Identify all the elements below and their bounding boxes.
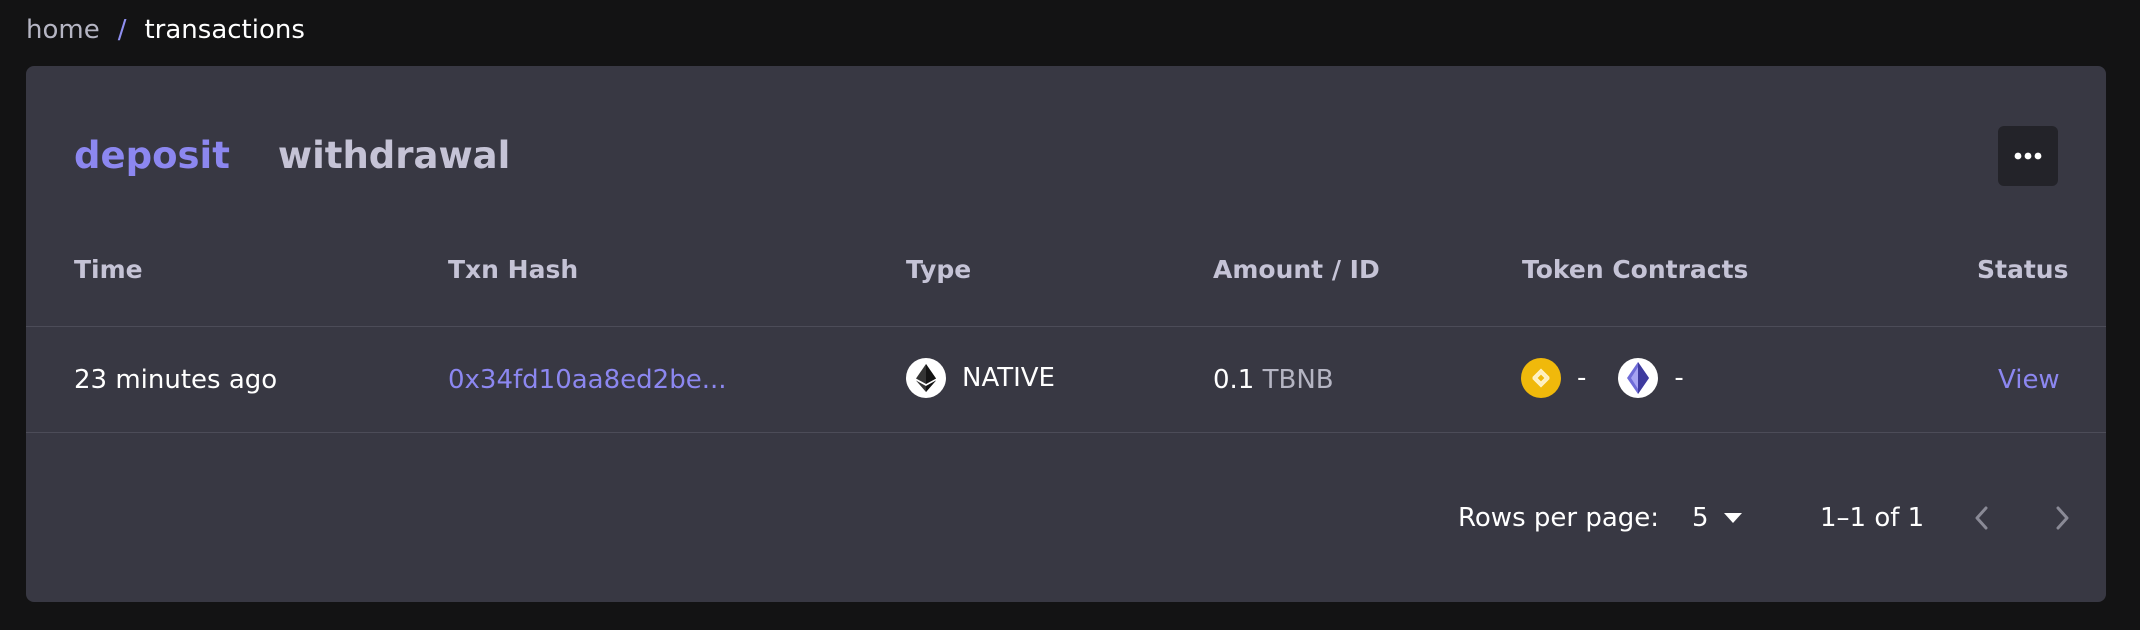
- rows-per-page-label: Rows per page:: [1458, 503, 1660, 533]
- breadcrumb-current: transactions: [144, 15, 305, 45]
- row-txn-hash-link[interactable]: 0x34fd10aa8ed2be...: [448, 362, 727, 398]
- rows-per-page-value: 5: [1692, 503, 1709, 533]
- breadcrumb-home-link[interactable]: home: [26, 15, 100, 45]
- tab-deposit[interactable]: deposit: [74, 132, 230, 180]
- row-amount: 0.1 TBNB: [1213, 362, 1334, 398]
- ethereum-icon: [906, 358, 946, 398]
- next-page-button[interactable]: [2044, 500, 2080, 536]
- pagination-range: 1–1 of 1: [1820, 503, 1925, 533]
- more-horizontal-icon: [2014, 152, 2042, 160]
- row-token-contracts: - -: [1521, 358, 1716, 398]
- row-status-view-link[interactable]: View: [1998, 362, 2060, 398]
- ethereum-icon: [1618, 358, 1659, 398]
- bnb-icon: [1521, 358, 1561, 398]
- column-header-amount[interactable]: Amount / ID: [1213, 252, 1380, 288]
- token-contract-value: -: [1674, 363, 1684, 393]
- row-divider: [26, 432, 2106, 433]
- previous-page-button[interactable]: [1964, 500, 2000, 536]
- chevron-left-icon: [1975, 506, 1988, 530]
- breadcrumb: home / transactions: [26, 12, 305, 48]
- row-amount-value: 0.1: [1213, 365, 1255, 395]
- caret-down-icon: [1723, 513, 1742, 523]
- column-header-txn-hash[interactable]: Txn Hash: [448, 252, 578, 288]
- token-contract-value: -: [1577, 363, 1587, 393]
- column-header-status[interactable]: Status: [1977, 252, 2068, 288]
- column-header-type[interactable]: Type: [906, 252, 971, 288]
- more-options-button[interactable]: [1998, 126, 2058, 186]
- column-header-time[interactable]: Time: [74, 252, 143, 288]
- row-type: NATIVE: [906, 358, 1055, 398]
- row-type-label: NATIVE: [962, 363, 1055, 393]
- breadcrumb-separator: /: [117, 15, 127, 45]
- chevron-right-icon: [2056, 506, 2069, 530]
- header-divider: [26, 326, 2106, 327]
- tab-withdrawal[interactable]: withdrawal: [278, 132, 510, 180]
- row-amount-unit: TBNB: [1262, 365, 1334, 395]
- column-header-token-contracts[interactable]: Token Contracts: [1522, 252, 1748, 288]
- transactions-card: deposit withdrawal: [26, 66, 2106, 602]
- tab-bar: deposit withdrawal: [74, 132, 510, 180]
- rows-per-page-select[interactable]: 5: [1692, 500, 1743, 536]
- row-time: 23 minutes ago: [74, 365, 278, 395]
